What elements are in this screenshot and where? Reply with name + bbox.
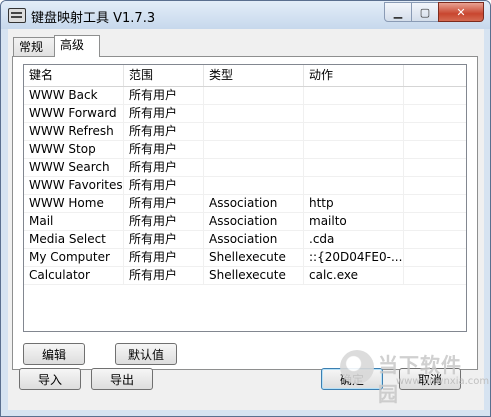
cell-scope: 所有用户	[124, 249, 204, 266]
cancel-button[interactable]: 取消	[399, 368, 461, 390]
cell-type: Association	[204, 213, 304, 230]
cell-scope: 所有用户	[124, 141, 204, 158]
cell-scope: 所有用户	[124, 267, 204, 284]
cell-action	[304, 159, 404, 176]
import-button[interactable]: 导入	[19, 368, 81, 390]
cell-action: mailto	[304, 213, 404, 230]
cell-filler	[404, 159, 466, 176]
cell-key-name: WWW Search	[24, 159, 124, 176]
cell-type	[204, 105, 304, 122]
table-row[interactable]: WWW Back 所有用户	[24, 87, 466, 105]
keyboard-icon	[8, 8, 26, 23]
cell-scope: 所有用户	[124, 87, 204, 104]
table-row[interactable]: Mail 所有用户 Association mailto	[24, 213, 466, 231]
cell-filler	[404, 267, 466, 284]
cell-action	[304, 177, 404, 194]
cell-key-name: WWW Stop	[24, 141, 124, 158]
cell-filler	[404, 249, 466, 266]
minimize-icon: ▁	[393, 5, 403, 19]
window-controls: ▁ ▢ ✕	[384, 2, 484, 22]
dialog-body: 常规 高级 键名 范围 类型 动作 WWW Back 所有用户 WWW Forwa…	[8, 29, 484, 410]
cell-type: Shellexecute	[204, 267, 304, 284]
close-icon: ✕	[456, 5, 466, 19]
cell-action: http	[304, 195, 404, 212]
cell-filler	[404, 195, 466, 212]
cell-key-name: Calculator	[24, 267, 124, 284]
cell-scope: 所有用户	[124, 159, 204, 176]
edit-button[interactable]: 编辑	[23, 343, 85, 365]
cell-scope: 所有用户	[124, 105, 204, 122]
cell-action	[304, 105, 404, 122]
column-header-scope[interactable]: 范围	[124, 65, 204, 86]
table-row[interactable]: WWW Refresh 所有用户	[24, 123, 466, 141]
column-header-action[interactable]: 动作	[304, 65, 404, 86]
cell-type	[204, 159, 304, 176]
cell-type	[204, 123, 304, 140]
cell-type	[204, 141, 304, 158]
cell-filler	[404, 87, 466, 104]
cell-action: ::{20D04FE0-...	[304, 249, 404, 266]
key-mapping-list[interactable]: 键名 范围 类型 动作 WWW Back 所有用户 WWW Forward 所有用户…	[23, 64, 467, 332]
list-rows: WWW Back 所有用户 WWW Forward 所有用户 WWW Refresh…	[24, 87, 466, 285]
list-header: 键名 范围 类型 动作	[24, 65, 466, 87]
table-row[interactable]: WWW Forward 所有用户	[24, 105, 466, 123]
table-row[interactable]: My Computer 所有用户 Shellexecute::{20D04FE0-.…	[24, 249, 466, 267]
table-row[interactable]: Media Select 所有用户 Association .cda	[24, 231, 466, 249]
column-header-key-name[interactable]: 键名	[24, 65, 124, 86]
cell-filler	[404, 141, 466, 158]
column-header-type[interactable]: 类型	[204, 65, 304, 86]
maximize-icon: ▢	[419, 5, 431, 19]
cell-filler	[404, 177, 466, 194]
cell-action	[304, 141, 404, 158]
export-button[interactable]: 导出	[91, 368, 153, 390]
cell-type: Shellexecute	[204, 249, 304, 266]
cell-action	[304, 87, 404, 104]
cell-action: calc.exe	[304, 267, 404, 284]
table-row[interactable]: WWW Stop 所有用户	[24, 141, 466, 159]
cell-type	[204, 87, 304, 104]
cell-scope: 所有用户	[124, 195, 204, 212]
cell-action	[304, 123, 404, 140]
table-row[interactable]: WWW Home 所有用户 Association http	[24, 195, 466, 213]
tab-general[interactable]: 常规	[13, 37, 59, 56]
ok-button[interactable]: 确定	[321, 368, 383, 390]
cell-filler	[404, 105, 466, 122]
minimize-button[interactable]: ▁	[384, 2, 412, 22]
cell-key-name: WWW Back	[24, 87, 124, 104]
title-bar[interactable]: 键盘映射工具 V1.7.3 ▁ ▢ ✕	[1, 1, 490, 29]
cell-key-name: WWW Refresh	[24, 123, 124, 140]
tab-advanced[interactable]: 高级	[54, 35, 100, 57]
cell-type: Association	[204, 195, 304, 212]
table-row[interactable]: Calculator 所有用户 Shellexecute calc.exe	[24, 267, 466, 285]
table-row[interactable]: WWW Favorites 所有用户	[24, 177, 466, 195]
window-title: 键盘映射工具 V1.7.3	[31, 11, 156, 26]
cell-key-name: Media Select	[24, 231, 124, 248]
table-row[interactable]: WWW Search 所有用户	[24, 159, 466, 177]
cell-filler	[404, 231, 466, 248]
cell-key-name: Mail	[24, 213, 124, 230]
cell-action: .cda	[304, 231, 404, 248]
column-header-filler	[404, 65, 466, 86]
tab-panel-advanced: 键名 范围 类型 动作 WWW Back 所有用户 WWW Forward 所有用户…	[12, 56, 478, 370]
cell-key-name: WWW Forward	[24, 105, 124, 122]
cell-scope: 所有用户	[124, 213, 204, 230]
cell-scope: 所有用户	[124, 177, 204, 194]
default-value-button[interactable]: 默认值	[115, 343, 177, 365]
cell-type	[204, 177, 304, 194]
cell-scope: 所有用户	[124, 123, 204, 140]
cell-key-name: My Computer	[24, 249, 124, 266]
cell-key-name: WWW Home	[24, 195, 124, 212]
close-button[interactable]: ✕	[438, 2, 484, 22]
cell-key-name: WWW Favorites	[24, 177, 124, 194]
app-window: 键盘映射工具 V1.7.3 ▁ ▢ ✕ 常规 高级 键名 范围 类型 动作 WW…	[0, 0, 491, 417]
cell-type: Association	[204, 231, 304, 248]
maximize-button[interactable]: ▢	[411, 2, 439, 22]
cell-filler	[404, 213, 466, 230]
cell-scope: 所有用户	[124, 231, 204, 248]
cell-filler	[404, 123, 466, 140]
